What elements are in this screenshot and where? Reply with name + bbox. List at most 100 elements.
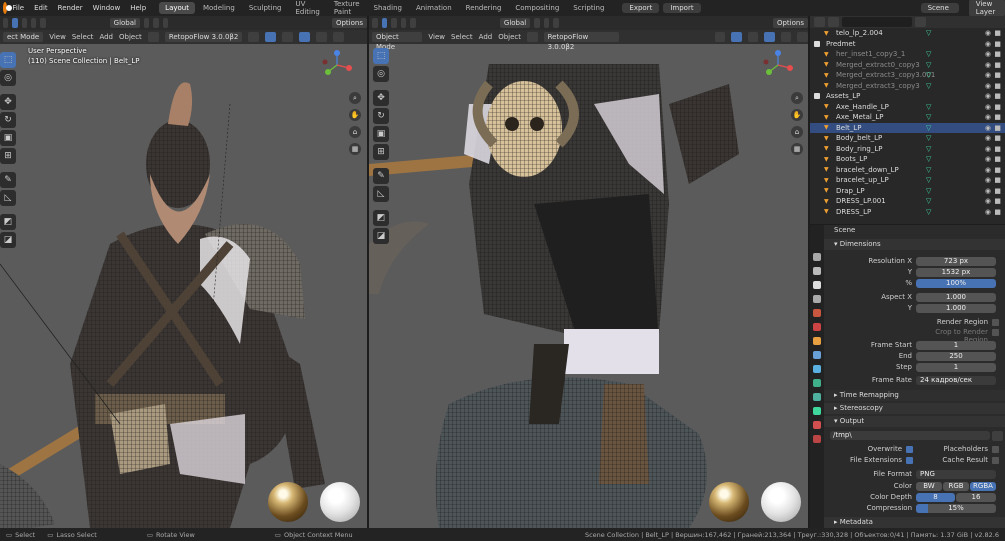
measure-tool-icon[interactable]: ◺ <box>0 190 16 206</box>
tab-modeling[interactable]: Modeling <box>197 2 241 14</box>
select-tool-icon[interactable]: ⬚ <box>0 52 16 68</box>
crop-region-checkbox[interactable] <box>992 329 999 336</box>
import-button[interactable]: Import <box>663 3 701 13</box>
render-camera-icon[interactable]: ■ <box>994 29 1001 37</box>
scene-tab-icon[interactable] <box>813 309 821 317</box>
select-invert-icon[interactable] <box>410 18 416 28</box>
texture-tab-icon[interactable] <box>813 435 821 443</box>
visibility-eye-icon[interactable]: ◉ <box>985 71 991 79</box>
pivot-icon[interactable] <box>143 18 150 28</box>
visibility-eye-icon[interactable]: ◉ <box>985 166 991 174</box>
tab-sculpting[interactable]: Sculpting <box>243 2 288 14</box>
snap-icon[interactable] <box>153 18 159 28</box>
visibility-eye-icon[interactable]: ◉ <box>985 155 991 163</box>
render-camera-icon[interactable]: ■ <box>994 50 1001 58</box>
zoom-icon[interactable]: ⌕ <box>791 92 803 104</box>
outliner-object-row[interactable]: ▼ bracelet_up_LP ▽ ◉ ■ <box>810 175 1005 186</box>
frame-step-field[interactable]: 1 <box>916 363 996 372</box>
mode-dropdown[interactable]: Object Mode <box>372 32 423 51</box>
pan-hand-icon[interactable]: ✋ <box>791 109 803 121</box>
frame-end-field[interactable]: 250 <box>916 352 996 361</box>
outliner-collection-row[interactable]: Assets_LP ◉ ■ <box>810 91 1005 102</box>
editor-type-icon[interactable] <box>814 17 825 27</box>
xray-icon[interactable] <box>299 32 311 42</box>
file-format-dropdown[interactable]: PNG <box>916 470 996 479</box>
outliner-object-row[interactable]: ▼ Axe_Metal_LP ▽ ◉ ■ <box>810 112 1005 123</box>
modifier-tab-icon[interactable] <box>813 351 821 359</box>
move-tool-icon[interactable]: ✥ <box>0 94 16 110</box>
outliner-object-row[interactable]: ▼ Merged_extract0_copy3 ▽ ◉ ■ <box>810 60 1005 71</box>
cache-result-checkbox[interactable] <box>992 457 999 464</box>
retopoflow-button[interactable]: RetopoFlow 3.0.0β2 <box>164 32 243 42</box>
select-mode-icon[interactable] <box>12 18 18 28</box>
render-camera-icon[interactable]: ■ <box>994 208 1001 216</box>
grid-icon[interactable]: ▦ <box>791 143 803 155</box>
color-rgba-button[interactable]: RGBA <box>970 482 996 491</box>
add-cube-tool-icon[interactable]: ◩ <box>373 210 389 226</box>
render-camera-icon[interactable]: ■ <box>994 166 1001 174</box>
outliner-object-row[interactable]: ▼ Body_ring_LP ▽ ◉ ■ <box>810 144 1005 155</box>
outliner-object-row[interactable]: ▼ Merged_extract3_copy3 ▽ ◉ ■ <box>810 81 1005 92</box>
orientation-dropdown[interactable]: Global <box>499 18 531 28</box>
pivot-icon[interactable] <box>534 18 540 28</box>
menu-add[interactable]: Add <box>479 33 493 41</box>
editor-type-icon[interactable] <box>372 18 378 28</box>
resolution-x-field[interactable]: 723 px <box>916 257 996 266</box>
scene-selector[interactable]: Scene <box>920 3 959 13</box>
material-tab-icon[interactable] <box>813 421 821 429</box>
overlay-icon[interactable] <box>747 32 759 42</box>
select-invert-icon[interactable] <box>40 18 46 28</box>
tool-tab-icon[interactable] <box>813 253 821 261</box>
outliner-object-row[interactable]: ▼ telo_lp_2.004 ▽ ◉ ■ <box>810 28 1005 39</box>
physics-tab-icon[interactable] <box>813 379 821 387</box>
annotate-tool-icon[interactable]: ✎ <box>373 168 389 184</box>
placeholders-checkbox[interactable] <box>992 446 999 453</box>
export-button[interactable]: Export <box>622 3 660 13</box>
rotate-tool-icon[interactable]: ↻ <box>373 108 389 124</box>
visibility-eye-icon[interactable]: ◉ <box>985 134 991 142</box>
resolution-y-field[interactable]: 1532 px <box>916 268 996 277</box>
tab-layout[interactable]: Layout <box>159 2 195 14</box>
select-mode-icon[interactable] <box>381 18 388 28</box>
render-camera-icon[interactable]: ■ <box>994 176 1001 184</box>
menu-help[interactable]: Help <box>125 4 151 12</box>
extra-tool-icon[interactable]: ◪ <box>373 228 389 244</box>
visibility-icon[interactable] <box>714 32 726 42</box>
color-bw-button[interactable]: BW <box>916 482 942 491</box>
select-subtract-icon[interactable] <box>30 18 37 28</box>
display-mode-icon[interactable] <box>828 17 839 27</box>
global-icon[interactable] <box>527 32 538 42</box>
menu-view[interactable]: View <box>428 33 445 41</box>
metadata-section[interactable]: ▸ Metadata <box>824 517 1005 528</box>
render-camera-icon[interactable]: ■ <box>994 61 1001 69</box>
retopoflow-button[interactable]: RetopoFlow 3.0.0β2 <box>543 32 619 51</box>
visibility-eye-icon[interactable]: ◉ <box>985 29 991 37</box>
object-tab-icon[interactable] <box>813 337 821 345</box>
options-dropdown[interactable]: Options <box>772 18 808 28</box>
frame-start-field[interactable]: 1 <box>916 341 996 350</box>
stereoscopy-section[interactable]: ▸ Stereoscopy <box>824 403 1005 414</box>
xray-icon[interactable] <box>764 32 775 42</box>
tab-rendering[interactable]: Rendering <box>460 2 508 14</box>
shading-solid-icon[interactable] <box>780 32 792 42</box>
visibility-eye-icon[interactable]: ◉ <box>985 187 991 195</box>
visibility-eye-icon[interactable]: ◉ <box>985 50 991 58</box>
gizmo-icon[interactable] <box>265 32 277 42</box>
frame-rate-dropdown[interactable]: 24 кадров/сек <box>916 376 996 385</box>
render-tab-icon[interactable] <box>813 267 821 275</box>
visibility-eye-icon[interactable]: ◉ <box>985 208 991 216</box>
collection-checkbox-icon[interactable] <box>814 40 820 47</box>
menu-object[interactable]: Object <box>119 33 142 41</box>
compression-slider[interactable]: 15% <box>916 504 996 513</box>
select-tool-icon[interactable]: ⬚ <box>373 48 389 64</box>
tab-scripting[interactable]: Scripting <box>567 2 610 14</box>
render-camera-icon[interactable]: ■ <box>994 155 1001 163</box>
zoom-icon[interactable]: ⌕ <box>349 92 361 104</box>
folder-icon[interactable] <box>992 431 1003 441</box>
annotate-tool-icon[interactable]: ✎ <box>0 172 16 188</box>
outliner-object-row[interactable]: ▼ Drap_LP ▽ ◉ ■ <box>810 186 1005 197</box>
visibility-eye-icon[interactable]: ◉ <box>985 197 991 205</box>
rotate-tool-icon[interactable]: ↻ <box>0 112 16 128</box>
outliner-object-row[interactable]: ▼ her_inset1_copy3_1 ▽ ◉ ■ <box>810 49 1005 60</box>
visibility-eye-icon[interactable]: ◉ <box>985 92 991 100</box>
